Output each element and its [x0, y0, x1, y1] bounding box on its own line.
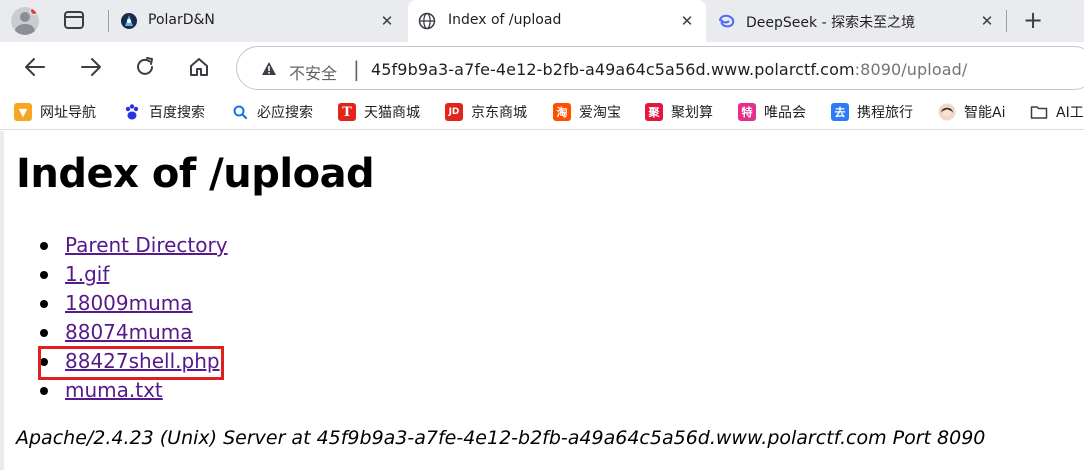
baidu-paw-icon	[125, 104, 139, 120]
polardn-logo-icon	[121, 13, 137, 29]
omnibox-divider: |	[353, 57, 360, 81]
deepseek-whale-icon	[719, 14, 735, 28]
arrow-left-icon	[25, 58, 45, 76]
bookmark-label: 爱淘宝	[579, 105, 621, 121]
tab-title: DeepSeek - 探索未至之境	[746, 15, 916, 31]
file-link[interactable]: 88074muma	[65, 320, 193, 344]
bing-search-icon	[233, 105, 248, 120]
bookmark-label: 必应搜索	[257, 105, 313, 121]
profile-head-shape	[20, 12, 30, 22]
page-content: Index of /upload Parent Directory 1.gif …	[0, 131, 1084, 470]
new-tab-button[interactable]: +	[1020, 8, 1046, 34]
bookmark-vip[interactable]: 特 唯品会	[738, 102, 806, 122]
profile-body-shape	[15, 24, 35, 35]
bookmark-label: 百度搜索	[149, 105, 205, 121]
tab-strip: PolarD&N ✕ Index of /upload ✕ DeepSeek -…	[0, 0, 1084, 42]
highlight-box	[38, 346, 224, 380]
hao123-icon: ▼	[14, 103, 32, 121]
vip-icon: 特	[738, 103, 756, 121]
tab-separator	[108, 10, 109, 32]
list-item: 18009muma	[40, 289, 228, 318]
bookmark-bing[interactable]: 必应搜索	[231, 102, 313, 122]
security-label[interactable]: 不安全	[289, 60, 337, 84]
url-host: 45f9b9a3-a7fe-4e12-b2fb-a49a64c5a56d.www…	[371, 60, 855, 79]
tab-index-of-upload[interactable]: Index of /upload ✕	[408, 0, 706, 42]
url-text[interactable]: 45f9b9a3-a7fe-4e12-b2fb-a49a64c5a56d.www…	[371, 60, 967, 79]
bookmark-label: 聚划算	[671, 105, 713, 121]
bookmark-jd[interactable]: JD 京东商城	[445, 102, 527, 122]
jd-icon: JD	[445, 103, 463, 121]
tab-polardn[interactable]: PolarD&N ✕	[112, 0, 406, 42]
warning-icon[interactable]	[261, 61, 277, 77]
reload-icon	[137, 57, 153, 75]
navigation-toolbar: 不安全 | 45f9b9a3-a7fe-4e12-b2fb-a49a64c5a5…	[0, 42, 1084, 94]
profile-avatar[interactable]	[11, 7, 39, 35]
list-item: Parent Directory	[40, 231, 228, 260]
tmall-icon: T	[338, 103, 356, 121]
notification-dot	[30, 7, 38, 15]
bookmark-label: 唯品会	[764, 105, 806, 121]
close-icon[interactable]: ✕	[680, 14, 694, 29]
list-item: 88074muma	[40, 318, 228, 347]
home-button[interactable]	[186, 54, 212, 80]
bookmark-label: 天猫商城	[364, 105, 420, 121]
bookmark-tmall[interactable]: T 天猫商城	[338, 102, 420, 122]
page-title: Index of /upload	[16, 151, 375, 197]
bookmark-ctrip[interactable]: 去 携程旅行	[831, 102, 913, 122]
tab-deepseek[interactable]: DeepSeek - 探索未至之境 ✕	[708, 0, 1006, 42]
bookmark-taobao[interactable]: 淘 爱淘宝	[553, 102, 621, 122]
bookmark-baidu[interactable]: 百度搜索	[123, 102, 205, 122]
folder-icon	[1030, 106, 1048, 119]
url-port-path: :8090/upload/	[854, 60, 968, 79]
bookmark-label: 携程旅行	[857, 105, 913, 121]
parent-directory-link[interactable]: Parent Directory	[65, 233, 228, 257]
globe-icon	[418, 12, 436, 30]
home-icon	[190, 58, 208, 76]
bookmark-label: 京东商城	[471, 105, 527, 121]
bookmark-juhuasuan[interactable]: 聚 聚划算	[645, 102, 713, 122]
close-icon[interactable]: ✕	[380, 14, 394, 29]
file-link[interactable]: 18009muma	[65, 291, 193, 315]
address-bar[interactable]: 不安全 | 45f9b9a3-a7fe-4e12-b2fb-a49a64c5a5…	[236, 46, 1084, 90]
taobao-icon: 淘	[553, 103, 571, 121]
tab-actions-icon[interactable]	[64, 11, 84, 29]
juhuasuan-icon: 聚	[645, 103, 663, 121]
file-link[interactable]: muma.txt	[65, 378, 163, 402]
reload-button[interactable]	[132, 54, 158, 80]
ai-avatar-icon	[938, 103, 956, 121]
back-button[interactable]	[22, 54, 48, 80]
bookmark-label: 智能Ai	[964, 105, 1006, 121]
bookmark-label: 网址导航	[40, 105, 96, 121]
forward-button[interactable]	[78, 54, 104, 80]
bookmarks-bar: ▼ 网址导航 百度搜索 必应搜索 T 天猫商城 JD 京东商城 淘 爱淘宝 聚 …	[0, 94, 1084, 130]
bookmark-folder-ai[interactable]: AI工	[1030, 102, 1084, 122]
arrow-right-icon	[81, 58, 101, 76]
tab-title: Index of /upload	[448, 12, 562, 28]
bookmark-hao123[interactable]: ▼ 网址导航	[14, 102, 96, 122]
tab-title: PolarD&N	[148, 12, 215, 28]
list-item: muma.txt	[40, 376, 228, 405]
server-signature: Apache/2.4.23 (Unix) Server at 45f9b9a3-…	[16, 427, 986, 449]
bookmark-ai[interactable]: 智能Ai	[938, 102, 1005, 122]
file-link[interactable]: 1.gif	[65, 262, 109, 286]
list-item: 1.gif	[40, 260, 228, 289]
tab-separator	[1006, 10, 1007, 32]
bookmark-label: AI工	[1056, 105, 1084, 121]
ctrip-icon: 去	[831, 103, 849, 121]
close-icon[interactable]: ✕	[980, 14, 994, 29]
